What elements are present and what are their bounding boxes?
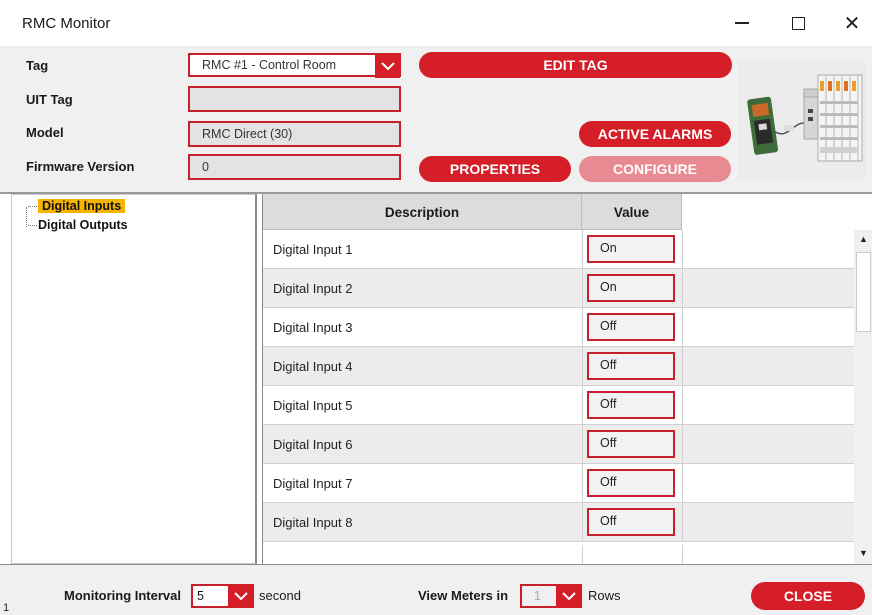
view-meters-value: 1 [534,589,541,603]
chevron-down-icon[interactable] [375,54,400,78]
bottom-toolbar: Monitoring Interval 5 second View Meters… [0,564,872,615]
row-description: Digital Input 7 [273,476,353,491]
row-value[interactable]: Off [587,430,675,458]
uit-tag-label: UIT Tag [26,92,73,107]
table-row[interactable]: Digital Input 7 Off [263,464,854,503]
firmware-version-label: Firmware Version [26,159,135,174]
tree-item-digital-inputs[interactable]: Digital Inputs [28,199,126,213]
device-image [738,61,866,181]
row-value[interactable]: Off [587,469,675,497]
window-close-button[interactable]: ✕ [832,8,872,38]
close-button[interactable]: CLOSE [751,582,865,610]
row-description: Digital Input 2 [273,281,353,296]
scroll-down-icon[interactable]: ▼ [859,548,868,558]
monitoring-interval-unit: second [259,588,301,603]
chevron-down-icon[interactable] [556,585,581,608]
tag-label: Tag [26,58,49,73]
edit-tag-button[interactable]: EDIT TAG [419,52,732,78]
tree-item-label: Digital Inputs [42,199,122,213]
maximize-button[interactable] [778,8,818,38]
tag-select-value: RMC #1 - Control Room [202,58,337,72]
column-header-value[interactable]: Value [582,194,682,230]
row-value[interactable]: On [587,235,675,263]
properties-button[interactable]: PROPERTIES [419,156,571,182]
model-field: RMC Direct (30) [188,121,401,147]
grid-header: Description Value [263,194,682,230]
row-description: Digital Input 5 [273,398,353,413]
title-bar: RMC Monitor ✕ [0,0,872,46]
close-icon: ✕ [843,12,861,35]
scrollbar-thumb[interactable] [856,252,871,332]
row-description: Digital Input 6 [273,437,353,452]
minimize-icon [735,22,749,24]
table-row[interactable]: Digital Input 2 On [263,269,854,308]
chevron-down-icon[interactable] [228,585,253,608]
column-header-description[interactable]: Description [263,194,582,230]
uit-tag-field[interactable] [188,86,401,112]
table-row[interactable]: Digital Input 4 Off [263,347,854,386]
maximize-icon [791,16,805,30]
tree-item-label: Digital Outputs [38,218,128,232]
tag-select[interactable]: RMC #1 - Control Room [188,53,401,78]
row-value[interactable]: Off [587,313,675,341]
monitoring-interval-label: Monitoring Interval [64,588,181,603]
table-row-empty [263,545,854,564]
view-meters-select[interactable]: 1 [520,584,582,608]
table-row[interactable]: Digital Input 1 On [263,230,854,269]
row-description: Digital Input 4 [273,359,353,374]
view-meters-unit: Rows [588,588,621,603]
monitoring-interval-select[interactable]: 5 [191,584,254,608]
category-tree: Digital Inputs Digital Outputs [11,194,257,564]
monitoring-interval-value: 5 [197,589,204,603]
model-label: Model [26,125,64,140]
row-value[interactable]: On [587,274,675,302]
tree-connector [26,207,27,227]
row-value[interactable]: Off [587,391,675,419]
status-number: 1 [3,602,10,614]
scroll-up-icon[interactable]: ▲ [859,234,868,244]
firmware-version-field: 0 [188,154,401,180]
row-value[interactable]: Off [587,508,675,536]
tree-branch-line [28,225,37,226]
table-row[interactable]: Digital Input 8 Off [263,503,854,542]
row-description: Digital Input 1 [273,242,353,257]
vertical-scrollbar[interactable]: ▲ ▼ [854,230,872,564]
view-meters-label: View Meters in [418,588,509,603]
tree-item-digital-outputs[interactable]: Digital Outputs [28,218,128,232]
configure-button[interactable]: CONFIGURE [579,156,731,182]
row-description: Digital Input 8 [273,515,353,530]
minimize-button[interactable] [722,8,762,38]
table-row[interactable]: Digital Input 6 Off [263,425,854,464]
tree-branch-line [28,206,37,207]
window-title: RMC Monitor [22,15,111,32]
table-row[interactable]: Digital Input 5 Off [263,386,854,425]
active-alarms-button[interactable]: ACTIVE ALARMS [579,121,731,147]
values-grid: Description Value Digital Input 1 On Dig… [262,194,872,564]
row-value[interactable]: Off [587,352,675,380]
table-row[interactable]: Digital Input 3 Off [263,308,854,347]
row-description: Digital Input 3 [273,320,353,335]
